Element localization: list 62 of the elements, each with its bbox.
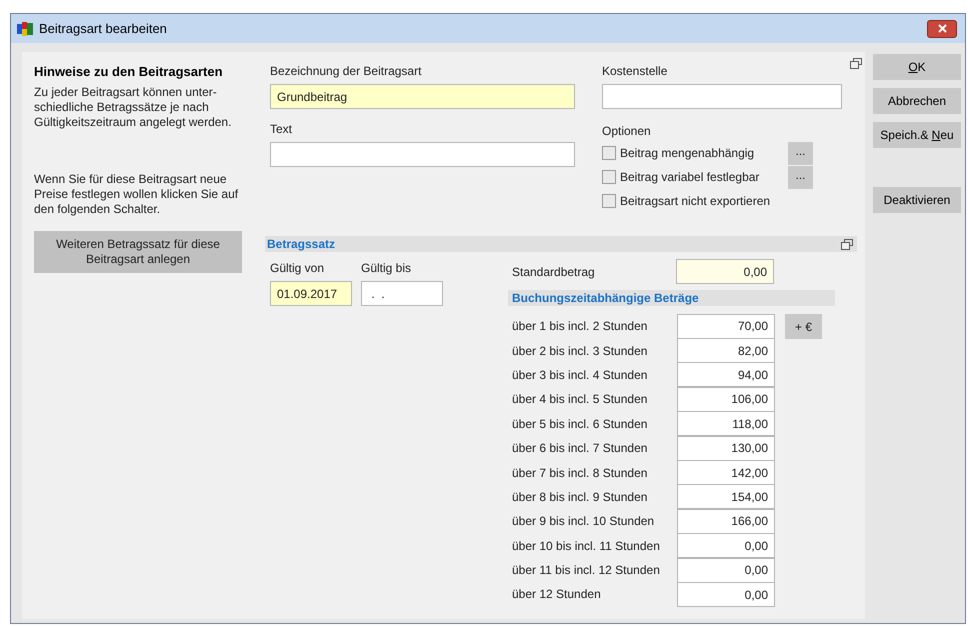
checkbox[interactable] (602, 146, 616, 160)
valid-from-field[interactable]: 01.09.2017 (270, 281, 352, 306)
restore-icon[interactable] (850, 58, 862, 69)
checkbox-label: Beitragsart nicht exportieren (620, 193, 772, 210)
field-label: Gültig von (270, 260, 326, 277)
dialog-button[interactable]: OK (873, 54, 961, 80)
amount-field[interactable]: 0,00 (677, 533, 775, 558)
amount-field[interactable]: 166,00 (677, 508, 775, 534)
hints-instruction: Wenn Sie für diese Beitragsart neue Preise festlegen wollen klicken Sie auf den folgenden Schalter. (34, 172, 240, 216)
field-label: Bezeichnung der Beitragsart (270, 63, 422, 80)
close-button[interactable] (927, 20, 957, 38)
rate-label: über 10 bis incl. 11 Stunden (512, 538, 661, 555)
dialog-button[interactable]: Deaktivieren (873, 187, 961, 213)
rate-label: über 1 bis incl. 2 Stunden (512, 318, 648, 336)
more-button[interactable]: ... (788, 166, 813, 188)
amount-field[interactable]: 94,00 (677, 362, 775, 388)
rate-label: über 7 bis incl. 8 Stunden (512, 464, 648, 482)
amount-field[interactable]: 70,00 (677, 314, 775, 339)
dialog-button[interactable]: Abbrechen (873, 88, 961, 114)
rate-label: über 3 bis incl. 4 Stunden (512, 366, 648, 384)
amount-field[interactable]: 130,00 (677, 436, 775, 461)
rate-label: über 11 bis incl. 12 Stunden (512, 562, 661, 580)
section-title: Betragssatz (266, 236, 336, 253)
name-field[interactable]: Grundbeitrag (270, 84, 575, 109)
app-icon (17, 22, 33, 36)
field-label: Text (270, 121, 294, 138)
options-label: Optionen (602, 123, 652, 140)
amount-field[interactable]: 154,00 (677, 484, 775, 510)
amount-field[interactable]: 0,00 (677, 582, 775, 607)
amount-field[interactable]: 82,00 (677, 338, 775, 364)
amount-field[interactable]: 118,00 (677, 411, 775, 436)
window-title: Beitragsart bearbeiten (39, 20, 167, 38)
more-button[interactable]: ... (788, 142, 813, 164)
rate-label: über 9 bis incl. 10 Stunden (512, 513, 656, 530)
subsection-title: Buchungszeitabhängige Beträge (511, 290, 699, 307)
checkbox[interactable] (602, 170, 616, 184)
standard-amount-field[interactable]: 0,00 (676, 259, 774, 284)
hints-text: Zu jeder Beitragsart können unter-schiedliche Betragssätze je nach Gültigkeitszeitraum angelegt werden. (34, 84, 232, 130)
rate-label: über 5 bis incl. 6 Stunden (512, 416, 648, 433)
checkbox-label: Beitrag mengenabhängig (620, 145, 756, 162)
amount-field[interactable]: 0,00 (677, 558, 775, 583)
add-rate-button[interactable]: Weiteren Betragssatz für diese Beitragsart anlegen (34, 230, 242, 272)
rate-label: über 2 bis incl. 3 Stunden (512, 342, 648, 360)
rate-label: über 4 bis incl. 5 Stunden (512, 391, 648, 408)
rate-label: über 8 bis incl. 9 Stunden (512, 488, 648, 506)
cost-center-field[interactable] (602, 84, 842, 109)
hints-title: Hinweise zu den Beitragsarten (34, 63, 224, 81)
text-field[interactable] (270, 142, 575, 167)
close-icon (938, 24, 946, 33)
dialog-button[interactable]: Speich.& Neu (873, 122, 961, 148)
field-label: Gültig bis (361, 260, 412, 277)
field-label: Kostenstelle (602, 63, 668, 80)
restore-icon[interactable] (841, 238, 853, 250)
valid-to-field[interactable]: . . (361, 281, 443, 306)
amount-field[interactable]: 142,00 (677, 460, 775, 486)
checkbox-label: Beitrag variabel festlegbar (620, 169, 760, 186)
checkbox[interactable] (602, 194, 616, 208)
add-euro-button[interactable]: + € (785, 314, 822, 339)
rate-label: über 6 bis incl. 7 Stunden (512, 440, 648, 458)
amount-field[interactable]: 106,00 (677, 386, 775, 412)
field-label: Standardbetrag (512, 264, 596, 280)
rate-label: über 12 Stunden (512, 586, 602, 604)
